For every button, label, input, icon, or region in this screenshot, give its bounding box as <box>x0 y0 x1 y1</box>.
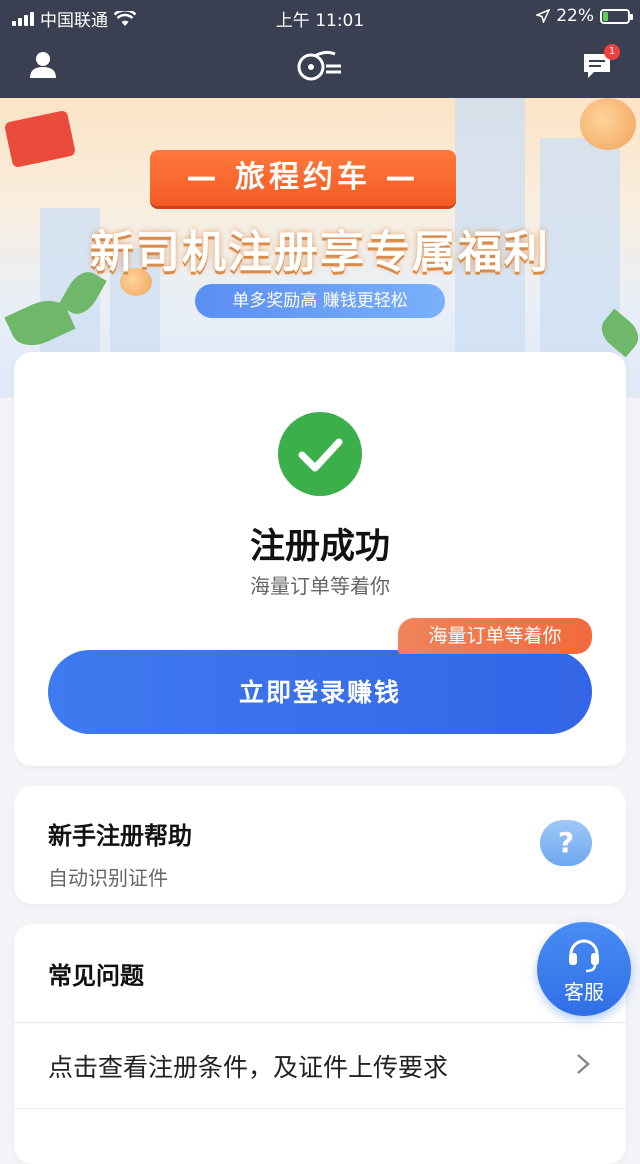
battery-icon <box>600 8 633 24</box>
customer-service-button[interactable]: 客服 <box>537 922 631 1016</box>
newbie-help-card[interactable]: 新手注册帮助 自动识别证件 ? <box>14 786 626 904</box>
banner-ribbon: — 旅程约车 — <box>150 150 456 206</box>
battery-percent: 22% <box>556 6 594 26</box>
faq-title: 常见问题 <box>48 962 144 990</box>
app-logo-icon <box>295 48 345 82</box>
success-subtitle: 海量订单等着你 <box>250 574 390 598</box>
coin-decoration <box>580 98 636 150</box>
location-arrow-icon <box>536 9 551 23</box>
registration-success-card: 注册成功 海量订单等着你 立即登录赚钱 海量订单等着你 <box>14 352 626 766</box>
status-right: 22% <box>536 6 633 26</box>
login-earn-button[interactable]: 立即登录赚钱 <box>48 650 592 734</box>
banner-pill: 单多奖励高 赚钱更轻松 <box>195 284 445 318</box>
banner-headline: 新司机注册享专属福利 <box>90 227 550 278</box>
help-title: 新手注册帮助 <box>48 822 192 850</box>
faq-item-registration-conditions[interactable]: 点击查看注册条件，及证件上传要求 <box>48 1048 448 1084</box>
message-badge: 1 <box>604 44 620 60</box>
check-icon <box>278 412 362 496</box>
headset-icon <box>569 939 599 973</box>
user-profile-icon[interactable] <box>28 50 58 80</box>
divider <box>14 1108 626 1109</box>
question-bubble-icon: ? <box>540 820 592 866</box>
red-packet-decoration <box>3 109 77 169</box>
message-icon[interactable]: 1 <box>582 44 620 80</box>
faq-card: 常见问题 点击查看注册条件，及证件上传要求 <box>14 924 626 1164</box>
battery-fill <box>603 11 608 21</box>
customer-service-label: 客服 <box>564 980 604 1004</box>
chevron-right-icon[interactable] <box>574 1052 592 1076</box>
status-bar: 中国联通 上午 11:01 22% <box>0 0 640 34</box>
promo-tag: 海量订单等着你 <box>398 618 592 654</box>
success-title: 注册成功 <box>249 527 390 567</box>
divider <box>14 1022 626 1023</box>
help-subtitle: 自动识别证件 <box>48 866 168 890</box>
top-bar: 中国联通 上午 11:01 22% 1 <box>0 0 640 98</box>
